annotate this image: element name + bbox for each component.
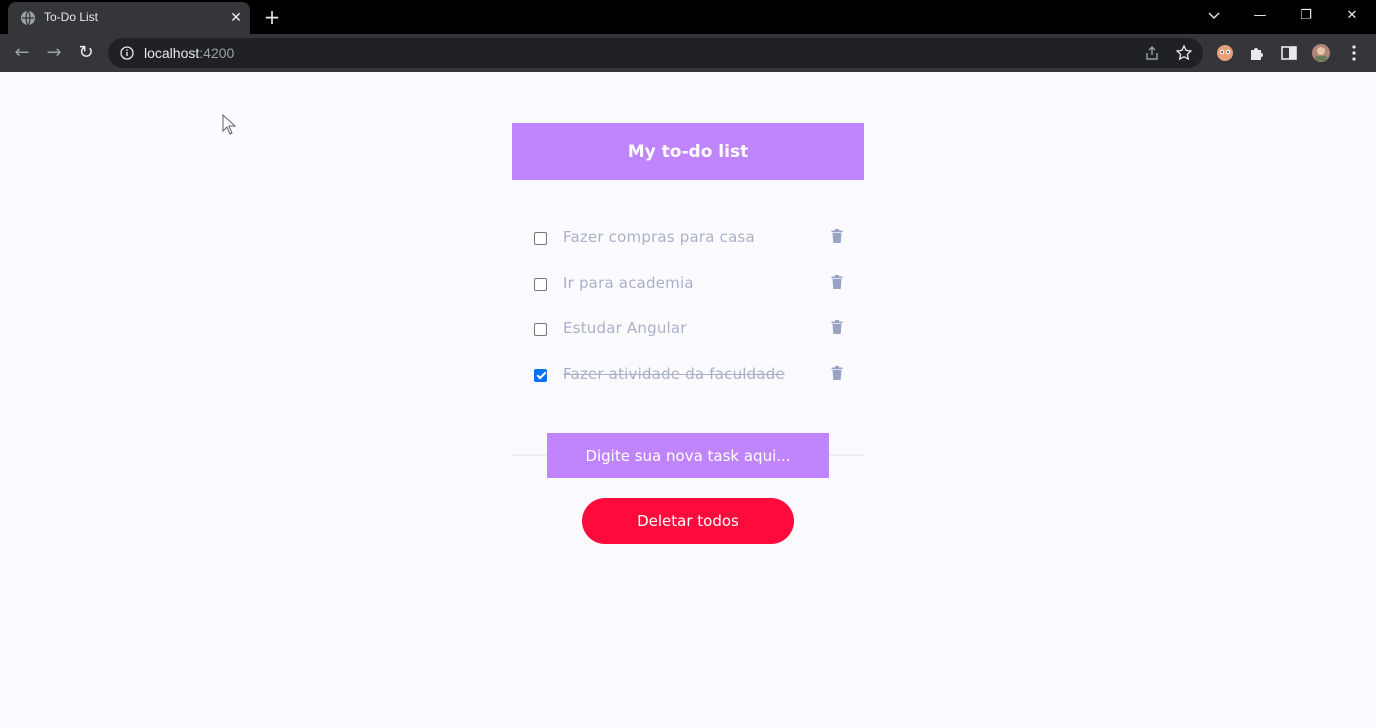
new-task-input[interactable] [547,433,829,478]
url-text: localhost:4200 [144,45,234,61]
profile-avatar-icon[interactable] [1311,43,1331,63]
forward-button[interactable]: → [42,41,66,65]
trash-icon[interactable] [831,320,843,334]
todo-checkbox[interactable] [534,323,547,336]
tab-close-icon[interactable]: ✕ [228,10,244,26]
trash-icon[interactable] [831,274,843,289]
app-header: My to-do list [512,123,864,180]
reload-button[interactable]: ↻ [74,41,98,65]
close-window-button[interactable]: ✕ [1340,6,1364,26]
menu-kebab-icon[interactable] [1344,43,1364,63]
todo-checkbox-checked[interactable] [534,368,547,382]
bookmark-star-icon[interactable] [1175,44,1193,62]
extension-avatar-icon[interactable] [1215,43,1235,63]
trash-icon[interactable] [831,229,843,243]
todo-checkbox[interactable] [534,232,547,245]
browser-tab-strip: To-Do List ✕ + — ❐ ✕ [0,0,1376,34]
todo-list: Fazer compras para casa Ir para academia… [530,222,850,404]
todo-item: Ir para academia [530,268,850,314]
new-task-form [512,433,864,478]
url-port: :4200 [199,45,235,61]
side-panel-icon[interactable] [1279,43,1299,63]
browser-tab[interactable]: To-Do List ✕ [8,2,250,34]
todo-text: Ir para academia [563,273,694,292]
puzzle-extensions-icon[interactable] [1247,43,1267,63]
todo-item: Fazer atividade da faculdade [530,359,850,405]
mouse-cursor-icon [222,114,236,135]
delete-all-button[interactable]: Deletar todos [582,498,794,544]
tab-search-icon[interactable] [1202,8,1226,24]
todo-item: Estudar Angular [530,313,850,359]
todo-item: Fazer compras para casa [530,222,850,268]
info-icon[interactable] [120,46,134,60]
browser-toolbar: ← → ↻ localhost:4200 [0,34,1376,72]
todo-text: Estudar Angular [563,319,687,337]
back-button[interactable]: ← [10,41,34,65]
new-tab-button[interactable]: + [262,7,282,28]
globe-icon [21,10,35,26]
todo-text: Fazer compras para casa [563,228,755,246]
trash-icon[interactable] [831,365,843,380]
minimize-button[interactable]: — [1248,6,1272,26]
tab-title: To-Do List [44,10,99,24]
page-title: My to-do list [627,141,749,162]
restore-button[interactable]: ❐ [1294,6,1318,26]
url-host: localhost [144,45,200,61]
todo-checkbox[interactable] [534,277,547,291]
address-bar[interactable]: localhost:4200 [108,38,1203,68]
share-icon[interactable] [1143,44,1161,62]
todo-text-done: Fazer atividade da faculdade [563,364,785,383]
